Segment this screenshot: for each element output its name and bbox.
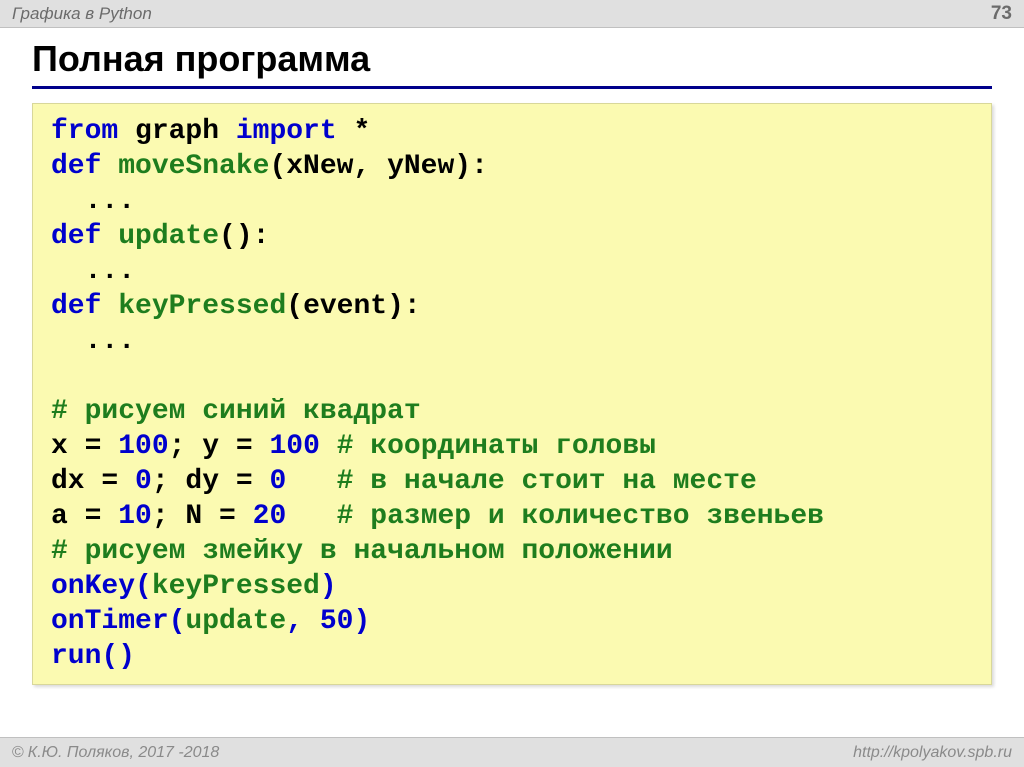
header-bar: Графика в Python 73: [0, 0, 1024, 28]
page-number: 73: [991, 3, 1012, 25]
footer-right: http://kpolyakov.spb.ru: [853, 744, 1012, 762]
slide: Графика в Python 73 Полная программа fro…: [0, 0, 1024, 767]
code-text: ...: [51, 326, 135, 357]
code-fn-call: ): [320, 571, 337, 602]
code-text: (event):: [286, 291, 420, 322]
code-fn-call: onKey(: [51, 571, 152, 602]
code-kw-def: def: [51, 291, 101, 322]
code-text: ...: [51, 186, 135, 217]
code-block: from graph import * def moveSnake(xNew, …: [32, 103, 992, 685]
code-fn-name: moveSnake: [101, 151, 269, 182]
code-kw-def: def: [51, 221, 101, 252]
code-kw-def: def: [51, 151, 101, 182]
code-text: ; N =: [152, 501, 253, 532]
code-comment: # координаты головы: [320, 431, 656, 462]
code-arg: keyPressed: [152, 571, 320, 602]
footer-author: К.Ю. Поляков, 2017 -2018: [28, 744, 220, 761]
header-title: Графика в Python: [12, 4, 152, 24]
slide-title: Полная программа: [32, 38, 992, 89]
code-kw-from: from: [51, 116, 118, 147]
code-text: ,: [286, 606, 320, 637]
copyright-icon: ©: [12, 744, 24, 761]
footer-left: ©К.Ю. Поляков, 2017 -2018: [12, 744, 219, 762]
content-area: Полная программа from graph import * def…: [0, 28, 1024, 737]
code-text: *: [337, 116, 371, 147]
footer-bar: ©К.Ю. Поляков, 2017 -2018 http://kpolyak…: [0, 737, 1024, 767]
code-arg: update: [185, 606, 286, 637]
code-text: ; y =: [169, 431, 270, 462]
code-number: 50: [320, 606, 354, 637]
code-fn-name: keyPressed: [101, 291, 286, 322]
code-number: 0: [135, 466, 152, 497]
code-text: graph: [118, 116, 236, 147]
code-number: 20: [253, 501, 287, 532]
code-kw-import: import: [236, 116, 337, 147]
code-text: ; dy =: [152, 466, 270, 497]
code-number: 100: [269, 431, 319, 462]
code-comment: # размер и количество звеньев: [286, 501, 824, 532]
code-comment: # рисуем змейку в начальном положении: [51, 536, 673, 567]
code-text: (xNew, yNew):: [269, 151, 487, 182]
code-fn-call: onTimer(: [51, 606, 185, 637]
code-number: 100: [118, 431, 168, 462]
code-text: ():: [219, 221, 269, 252]
code-number: 0: [269, 466, 286, 497]
code-comment: # рисуем синий квадрат: [51, 396, 421, 427]
code-fn-name: update: [101, 221, 219, 252]
code-text: ...: [51, 256, 135, 287]
code-fn-call: ): [353, 606, 370, 637]
code-text: x =: [51, 431, 118, 462]
code-number: 10: [118, 501, 152, 532]
code-text: a =: [51, 501, 118, 532]
code-fn-call: run(): [51, 641, 135, 672]
code-text: dx =: [51, 466, 135, 497]
code-comment: # в начале стоит на месте: [286, 466, 756, 497]
